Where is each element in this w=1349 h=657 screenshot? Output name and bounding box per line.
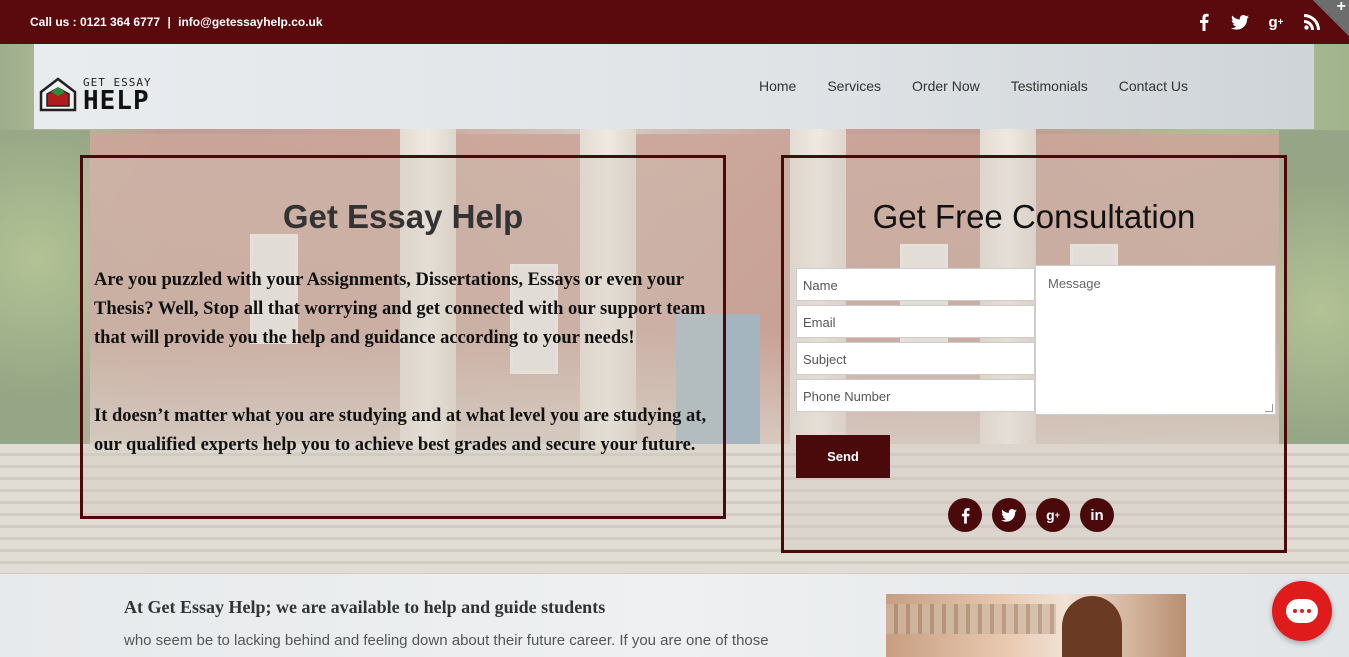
google-plus-icon[interactable]: g + — [1036, 498, 1070, 532]
twitter-icon[interactable] — [992, 498, 1026, 532]
send-button[interactable]: Send — [796, 435, 890, 478]
twitter-icon[interactable] — [1231, 12, 1249, 32]
student-photo — [886, 594, 1186, 657]
intro-box: Get Essay Help Are you puzzled with your… — [80, 155, 726, 519]
nav-testimonials[interactable]: Testimonials — [1011, 78, 1088, 94]
email-field[interactable]: Email — [796, 305, 1035, 338]
corner-toggle[interactable]: + — [1313, 0, 1349, 36]
intro-paragraph-1: Are you puzzled with your Assignments, D… — [94, 270, 706, 348]
top-social-icons: g + — [1195, 12, 1321, 32]
nav-services[interactable]: Services — [827, 78, 881, 94]
plus-icon: + — [1336, 0, 1346, 15]
consultation-social-icons: g + in — [948, 498, 1114, 532]
intro-paragraph-2: It doesn’t matter what you are studying … — [94, 406, 707, 455]
intro-title: Get Essay Help — [282, 198, 524, 235]
chat-button[interactable] — [1272, 581, 1332, 641]
site-logo[interactable]: GET ESSAY HELP — [39, 76, 169, 116]
about-section: At Get Essay Help; we are available to h… — [0, 574, 1349, 657]
contact-info: Call us : 0121 364 6777 | info@getessayh… — [30, 15, 327, 29]
resize-handle[interactable] — [1265, 404, 1273, 412]
logo-text-main: HELP — [83, 86, 150, 116]
nav-home[interactable]: Home — [759, 78, 796, 94]
nav-contact-us[interactable]: Contact Us — [1119, 78, 1188, 94]
consultation-title: Get Free Consultation — [872, 198, 1196, 235]
about-text: who seem be to lacking behind and feelin… — [124, 632, 769, 649]
facebook-icon[interactable] — [1195, 12, 1213, 32]
top-bar: Call us : 0121 364 6777 | info@getessayh… — [0, 0, 1349, 44]
contact-separator: | — [167, 15, 171, 29]
phone-field[interactable]: Phone Number — [796, 379, 1035, 412]
nav-order-now[interactable]: Order Now — [912, 78, 980, 94]
message-placeholder: Message — [1048, 276, 1101, 291]
linkedin-icon[interactable]: in — [1080, 498, 1114, 532]
google-plus-icon[interactable]: g + — [1267, 12, 1285, 32]
phone-text[interactable]: Call us : 0121 364 6777 — [30, 15, 160, 29]
facebook-icon[interactable] — [948, 498, 982, 532]
name-field[interactable]: Name — [796, 268, 1035, 301]
chat-bubble-icon — [1286, 599, 1318, 623]
main-nav: Home Services Order Now Testimonials Con… — [759, 78, 1188, 94]
about-heading: At Get Essay Help; we are available to h… — [124, 597, 606, 617]
site-header: GET ESSAY HELP Home Services Order Now T… — [34, 44, 1314, 129]
logo-house-icon — [39, 77, 77, 112]
subject-field[interactable]: Subject — [796, 342, 1035, 375]
consultation-form: Get Free Consultation Name Email Subject… — [781, 155, 1287, 553]
email-link[interactable]: info@getessayhelp.co.uk — [178, 15, 322, 29]
message-field[interactable]: Message — [1035, 265, 1276, 415]
